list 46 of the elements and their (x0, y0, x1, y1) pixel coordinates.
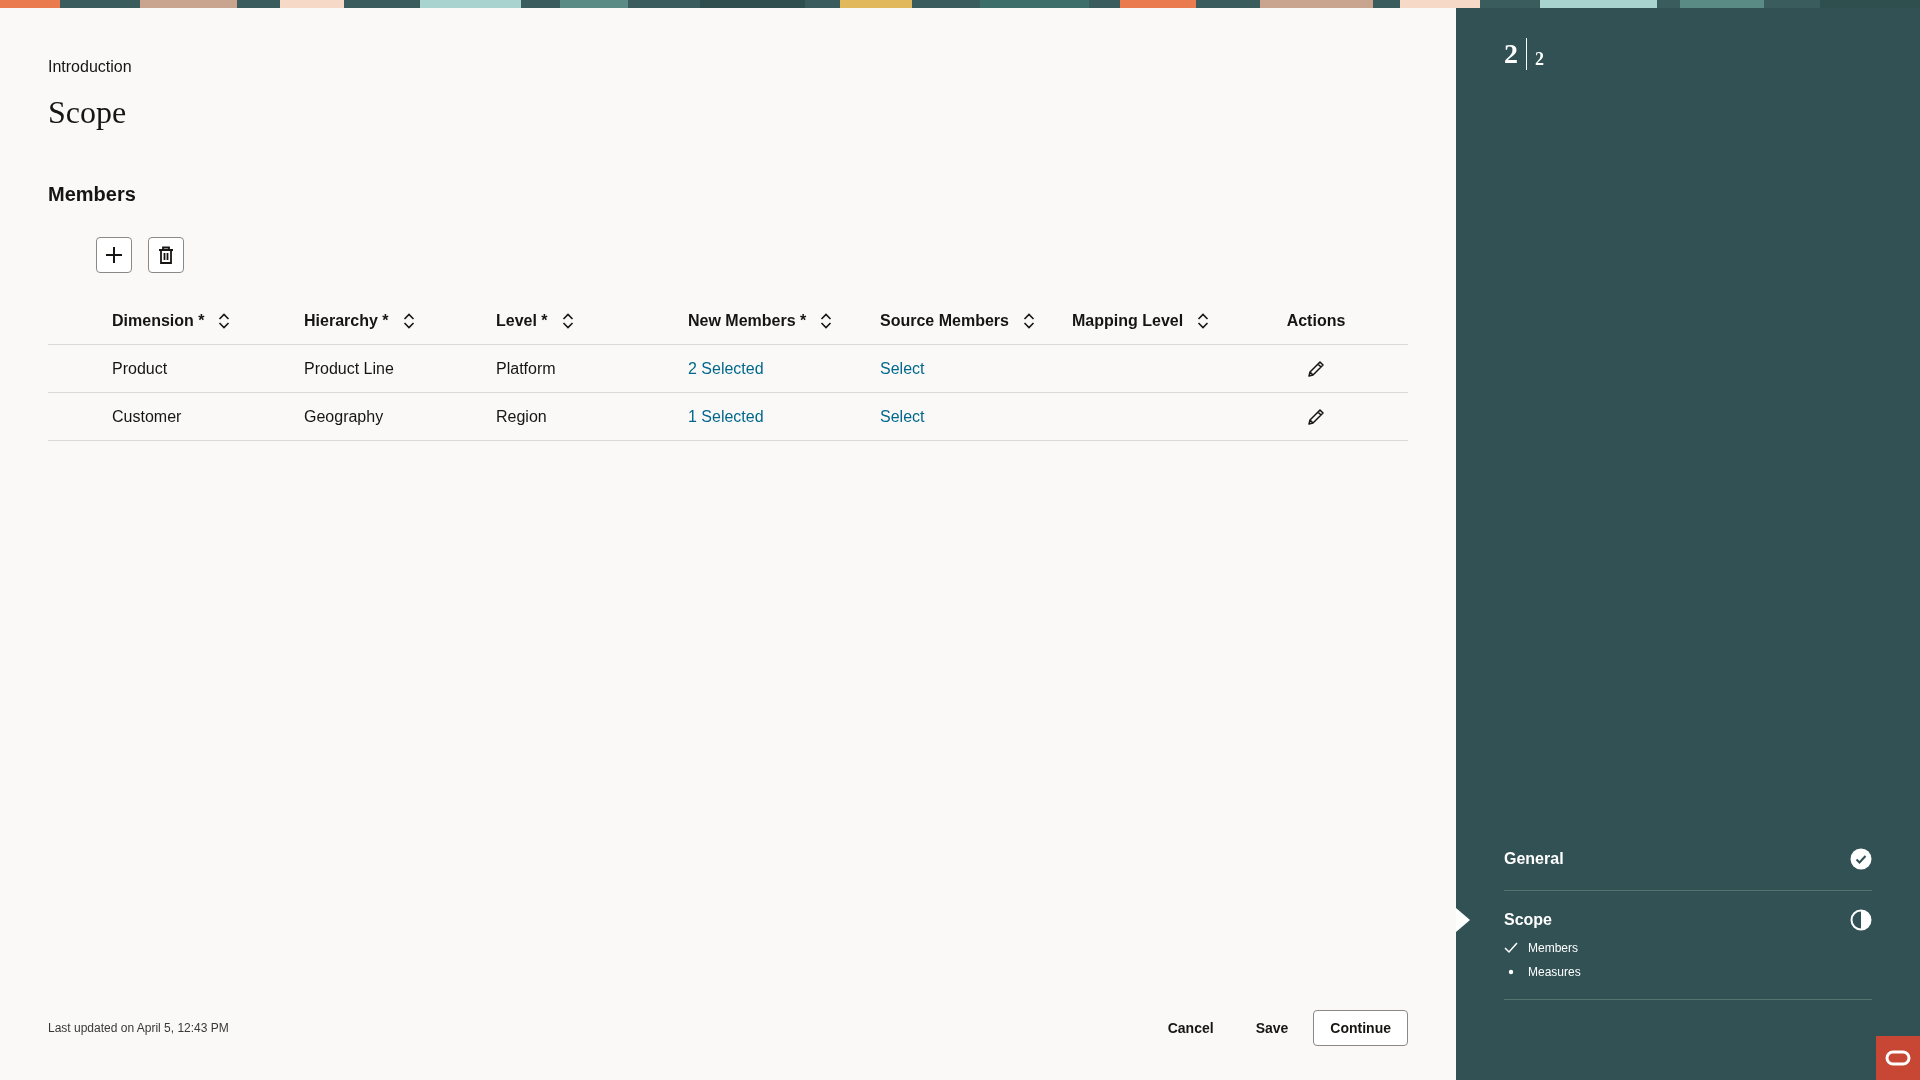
add-button[interactable] (96, 237, 132, 273)
table-cell: Product Line (304, 359, 394, 378)
select-link[interactable]: 2 Selected (688, 359, 764, 378)
continue-button[interactable]: Continue (1313, 1010, 1408, 1046)
step-label[interactable]: General (1504, 850, 1564, 868)
footer-button[interactable]: Save (1238, 1010, 1306, 1046)
select-link[interactable]: 1 Selected (688, 407, 764, 426)
page-title: Scope (48, 94, 127, 131)
trash-icon (158, 246, 174, 264)
sort-icon[interactable] (402, 312, 415, 329)
delete-button[interactable] (148, 237, 184, 273)
sort-icon[interactable] (218, 312, 231, 329)
table-cell: Product (112, 359, 168, 378)
footer-button[interactable]: Cancel (1150, 1010, 1231, 1046)
check-circle-icon (1850, 848, 1872, 870)
half-circle-icon (1850, 909, 1872, 931)
current-step-number: 2 (1504, 38, 1527, 70)
table-cell: Platform (496, 359, 556, 378)
table-cell: Customer (112, 407, 182, 426)
select-link[interactable]: Select (880, 407, 925, 426)
sort-icon[interactable] (561, 312, 574, 329)
column-header: Mapping Level (1072, 311, 1184, 330)
pencil-icon[interactable] (1307, 407, 1325, 426)
last-updated-text: Last updated on April 5, 12:43 PM (48, 1021, 229, 1035)
sort-icon[interactable] (1197, 312, 1210, 329)
ring-icon (1885, 1050, 1911, 1066)
column-header: Dimension * (112, 311, 205, 330)
total-steps-number: 2 (1534, 49, 1544, 70)
column-header: Actions (1286, 311, 1346, 330)
pencil-icon[interactable] (1307, 359, 1325, 378)
section-heading: Members (48, 183, 136, 206)
column-header: Hierarchy * (304, 311, 389, 330)
table-cell: Geography (304, 407, 384, 426)
breadcrumb: Introduction (48, 58, 132, 76)
table-cell: Region (496, 407, 547, 426)
column-header: Source Members (880, 311, 1009, 330)
select-link[interactable]: Select (880, 359, 925, 378)
step-label[interactable]: Scope (1504, 911, 1552, 929)
sub-step-label[interactable]: Measures (1528, 965, 1581, 979)
sort-icon[interactable] (1022, 312, 1035, 329)
oracle-logo[interactable] (1876, 1036, 1920, 1080)
sort-icon[interactable] (820, 312, 833, 329)
sub-step-label[interactable]: Members (1528, 941, 1578, 955)
column-header: New Members * (688, 311, 807, 330)
plus-icon (105, 246, 123, 264)
column-header: Level * (496, 311, 548, 330)
